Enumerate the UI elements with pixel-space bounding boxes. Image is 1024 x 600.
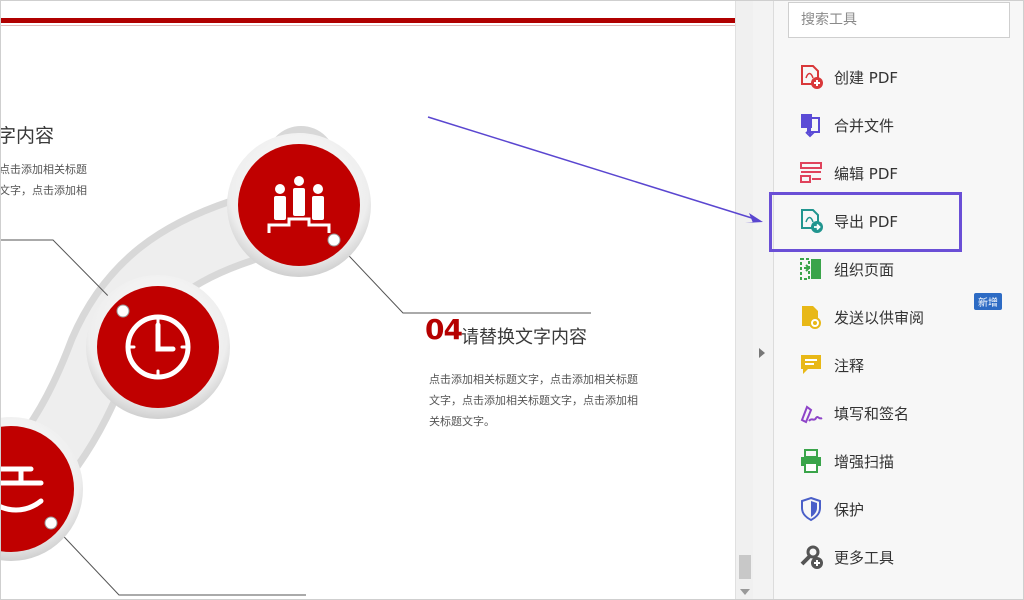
tool-label: 更多工具 (834, 548, 895, 567)
right-heading: 请替换文字内容 (461, 327, 587, 348)
right-description-line-1: 点击添加相关标题文字，点击添加相关标题 (429, 373, 638, 386)
tool-enhance-scan[interactable]: 增强扫描 (788, 441, 1008, 481)
right-description-line-3: 关标题文字。 (429, 415, 495, 428)
tool-label: 组织页面 (834, 260, 895, 279)
scroll-down-arrow-icon[interactable] (740, 589, 750, 595)
tool-more-tools[interactable]: 更多工具 (788, 537, 1008, 577)
search-tools-input[interactable] (788, 2, 1010, 38)
tool-combine-files[interactable]: 合并文件 (788, 105, 1008, 145)
node-dot-1 (44, 516, 58, 530)
tool-create-pdf[interactable]: 创建 PDF (788, 57, 1008, 97)
combine-files-icon (796, 110, 826, 140)
tool-label: 导出 PDF (834, 212, 898, 231)
tool-protect[interactable]: 保护 (788, 489, 1008, 529)
export-pdf-icon (796, 206, 826, 236)
protect-icon (796, 494, 826, 524)
send-for-review-icon (796, 302, 826, 332)
more-tools-icon (796, 542, 826, 572)
tool-export-pdf[interactable]: 导出 PDF (788, 201, 1008, 241)
app-window: 字内容 点击添加相关标题 文字，点击添加相 04 请替换文字内容 点击添加相关标… (0, 0, 1024, 600)
scrollbar-thumb[interactable] (739, 555, 751, 579)
item-number: 04 (425, 313, 463, 346)
organize-pages-icon (796, 254, 826, 284)
left-description-line-1: 点击添加相关标题 (1, 163, 87, 176)
left-description-line-2: 文字，点击添加相 (1, 184, 87, 197)
tool-label: 发送以供审阅 (834, 308, 925, 327)
right-description-line-2: 文字，点击添加相关标题文字，点击添加相 (429, 394, 638, 407)
document-page[interactable]: 字内容 点击添加相关标题 文字，点击添加相 04 请替换文字内容 点击添加相关标… (1, 1, 735, 599)
tool-edit-pdf[interactable]: 编辑 PDF (788, 153, 1008, 193)
panel-collapse-strip (753, 1, 774, 599)
tool-label: 编辑 PDF (834, 164, 898, 183)
tools-panel: 创建 PDF 合并文件 编辑 PDF 导出 PDF 组织页面 (774, 1, 1023, 599)
tool-label: 合并文件 (834, 116, 895, 135)
leader-line-bottom (50, 522, 306, 596)
tool-organize-pages[interactable]: 组织页面 (788, 249, 1008, 289)
tool-comment[interactable]: 注释 (788, 345, 1008, 385)
tool-label: 增强扫描 (834, 452, 895, 471)
edit-pdf-icon (796, 158, 826, 188)
comment-icon (796, 350, 826, 380)
create-pdf-icon (796, 62, 826, 92)
tool-label: 保护 (834, 500, 865, 519)
fill-sign-icon (796, 398, 826, 428)
node-dot-2 (116, 304, 130, 318)
tool-label: 注释 (834, 356, 865, 375)
slide-graphic (1, 126, 591, 596)
leader-line-right (333, 239, 591, 314)
left-heading: 字内容 (1, 125, 55, 147)
node-dot-3 (327, 233, 341, 247)
collapse-panel-arrow-icon[interactable] (759, 348, 765, 358)
enhance-scan-icon (796, 446, 826, 476)
vertical-scrollbar[interactable] (735, 1, 754, 599)
tool-label: 填写和签名 (834, 404, 910, 423)
tool-label: 创建 PDF (834, 68, 898, 87)
new-badge: 新增 (974, 293, 1002, 310)
tool-fill-sign[interactable]: 填写和签名 (788, 393, 1008, 433)
